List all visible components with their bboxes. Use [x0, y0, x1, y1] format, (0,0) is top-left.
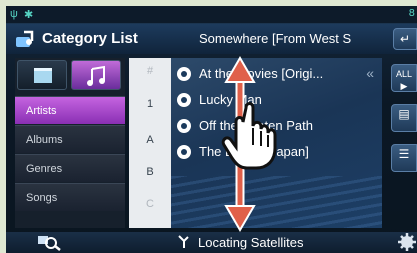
video-icon [34, 68, 52, 83]
music-note-icon[interactable] [14, 29, 36, 49]
more-icon[interactable]: « [366, 65, 374, 81]
now-playing-title: Somewhere [From West S [199, 31, 352, 46]
index-c[interactable]: C [129, 198, 171, 210]
disc-icon [177, 93, 191, 107]
index-1[interactable]: 1 [129, 98, 171, 110]
list-item[interactable]: Off the Beaten Path [171, 114, 382, 138]
index-b[interactable]: B [129, 166, 171, 178]
index-hash[interactable]: # [129, 65, 171, 77]
category-songs[interactable]: Songs [15, 183, 125, 211]
category-albums[interactable]: Albums [15, 125, 125, 153]
footer: Locating Satellites [6, 232, 417, 253]
disc-icon [177, 145, 191, 159]
track-label: The Dance [Japan] [199, 144, 309, 159]
page-title: Category List [42, 30, 138, 47]
list-item[interactable]: At the Movies [Origi... « [171, 62, 382, 86]
play-icon: ▶ [400, 81, 408, 91]
device-frame: ψ ✱ 8 Category List Somewhere [From West… [0, 0, 417, 253]
category-artists[interactable]: Artists [15, 96, 125, 124]
decorative-wave [171, 176, 382, 228]
gear-icon[interactable] [397, 232, 417, 252]
list-item[interactable]: The Dance [Japan] [171, 140, 382, 164]
folder-icon: ▤ [398, 107, 410, 121]
video-button[interactable] [17, 60, 67, 90]
index-a[interactable]: A [129, 134, 171, 146]
search-icon[interactable] [32, 232, 68, 252]
disc-icon [177, 119, 191, 133]
track-label: At the Movies [Origi... [199, 66, 324, 81]
status-bar: ψ ✱ 8 [6, 6, 417, 24]
disc-icon [177, 67, 191, 81]
folder-button[interactable]: ▤ [391, 104, 417, 132]
return-button[interactable]: ↵ [393, 28, 417, 50]
index-column[interactable]: # 1 A B C [129, 58, 171, 228]
track-list[interactable]: At the Movies [Origi... « Lucky Man Off … [171, 58, 382, 228]
satellite-icon [178, 235, 189, 248]
gps-status: Locating Satellites [198, 235, 304, 250]
category-panel: Artists Albums Genres Songs [15, 58, 125, 228]
bluetooth-icon: ✱ [24, 9, 34, 21]
status-right-value: 8 [408, 8, 415, 19]
list-item[interactable]: Lucky Man [171, 88, 382, 112]
music-button[interactable] [71, 60, 121, 90]
return-icon: ↵ [399, 32, 411, 46]
list-button[interactable]: ☰ [391, 144, 417, 172]
usb-icon: ψ [10, 8, 18, 20]
track-label: Lucky Man [199, 92, 262, 107]
music-note-icon [87, 65, 105, 86]
play-all-label: ALL [395, 69, 412, 79]
category-genres[interactable]: Genres [15, 154, 125, 182]
screen: ψ ✱ 8 Category List Somewhere [From West… [6, 6, 417, 253]
header: Category List Somewhere [From West S ↵ [6, 24, 417, 54]
list-icon: ☰ [398, 147, 410, 161]
track-label: Off the Beaten Path [199, 118, 313, 133]
play-all-button[interactable]: ALL ▶ [391, 64, 417, 92]
